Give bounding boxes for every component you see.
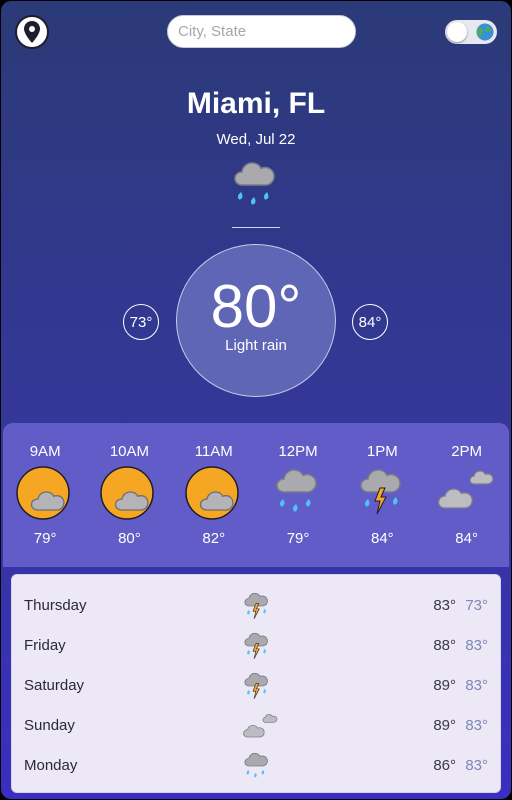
day-high: 86° xyxy=(433,756,456,774)
day-name: Thursday xyxy=(24,596,87,614)
day-name: Saturday xyxy=(24,676,85,694)
hour-time: 1PM xyxy=(366,443,398,460)
rain-cloud-icon xyxy=(276,469,317,512)
day-high: 89° xyxy=(433,716,456,734)
day-low: 83° xyxy=(465,676,488,694)
rain-cloud-icon xyxy=(234,162,275,205)
globe-icon xyxy=(476,23,494,41)
thunderstorm-icon xyxy=(244,672,268,699)
hour-temp: 84° xyxy=(455,530,478,547)
high-temp-badge: 84° xyxy=(352,304,388,340)
hourly-item: 11AM 82° xyxy=(172,423,256,567)
hourly-item: 12PM 79° xyxy=(256,423,340,567)
city-name: Miami, FL xyxy=(186,87,326,120)
toggle-knob xyxy=(447,22,467,42)
hourly-forecast: 9AM 79° 10AM 80° 11AM 82° 12PM 79° 1PM 8… xyxy=(3,423,509,567)
daily-row: Friday 88° 83° xyxy=(12,625,500,665)
divider xyxy=(232,227,280,228)
hourly-item: 9AM 79° xyxy=(3,423,87,567)
daily-row: Thursday 83° 73° xyxy=(12,585,500,625)
day-high: 88° xyxy=(433,636,456,654)
day-low: 83° xyxy=(465,756,488,774)
hour-temp: 80° xyxy=(118,530,141,547)
hour-temp: 84° xyxy=(370,530,394,547)
theme-toggle[interactable] xyxy=(445,20,497,44)
low-temp: 73° xyxy=(129,313,153,331)
hour-temp: 82° xyxy=(202,530,226,547)
location-button[interactable] xyxy=(15,15,49,49)
hour-time: 2PM xyxy=(451,443,483,460)
thunderstorm-icon xyxy=(244,632,268,659)
city-search-input[interactable] xyxy=(167,15,356,48)
current-temp-circle: 80° Light rain xyxy=(176,244,336,397)
thunderstorm-icon xyxy=(244,592,268,619)
clouds-icon xyxy=(243,713,278,738)
hour-time: 11AM xyxy=(194,443,233,460)
current-weather-icon xyxy=(234,159,278,216)
hourly-item: 10AM 80° xyxy=(87,423,171,567)
clouds-icon xyxy=(437,470,494,509)
thunderstorm-icon xyxy=(360,469,402,515)
day-high: 83° xyxy=(433,596,456,614)
daily-row: Saturday 89° 83° xyxy=(12,665,500,705)
sun-cloud-icon xyxy=(100,466,155,520)
current-date: Wed, Jul 22 xyxy=(216,131,296,148)
daily-forecast: Thursday 83° 73° Friday 88° 83° Saturday xyxy=(11,574,501,793)
day-name: Friday xyxy=(24,636,66,654)
sun-cloud-icon xyxy=(184,466,239,520)
day-low: 83° xyxy=(465,716,488,734)
hour-time: 10AM xyxy=(109,443,150,460)
high-temp: 84° xyxy=(358,313,382,331)
current-temp: 80° xyxy=(210,273,302,340)
daily-row: Monday 86° 83° xyxy=(12,745,500,785)
sun-cloud-icon xyxy=(16,466,70,520)
daily-row: Sunday 89° 83° xyxy=(12,705,500,745)
current-condition: Light rain xyxy=(225,337,287,354)
day-name: Sunday xyxy=(24,716,75,734)
map-pin-icon xyxy=(24,21,40,43)
weather-app: Miami, FL Wed, Jul 22 73° 80° Light rain… xyxy=(1,1,511,799)
day-name: Monday xyxy=(24,756,78,774)
hourly-item: 1PM 84° xyxy=(340,423,424,567)
day-high: 89° xyxy=(433,676,456,694)
hour-time: 12PM xyxy=(278,443,318,460)
rain-cloud-icon xyxy=(244,752,268,778)
hour-temp: 79° xyxy=(286,530,310,547)
day-low: 83° xyxy=(465,636,488,654)
low-temp-badge: 73° xyxy=(123,304,159,340)
hour-time: 9AM xyxy=(29,443,61,460)
hour-temp: 79° xyxy=(33,530,57,547)
day-low: 73° xyxy=(465,596,488,614)
hourly-item: 2PM 84° xyxy=(424,423,508,567)
